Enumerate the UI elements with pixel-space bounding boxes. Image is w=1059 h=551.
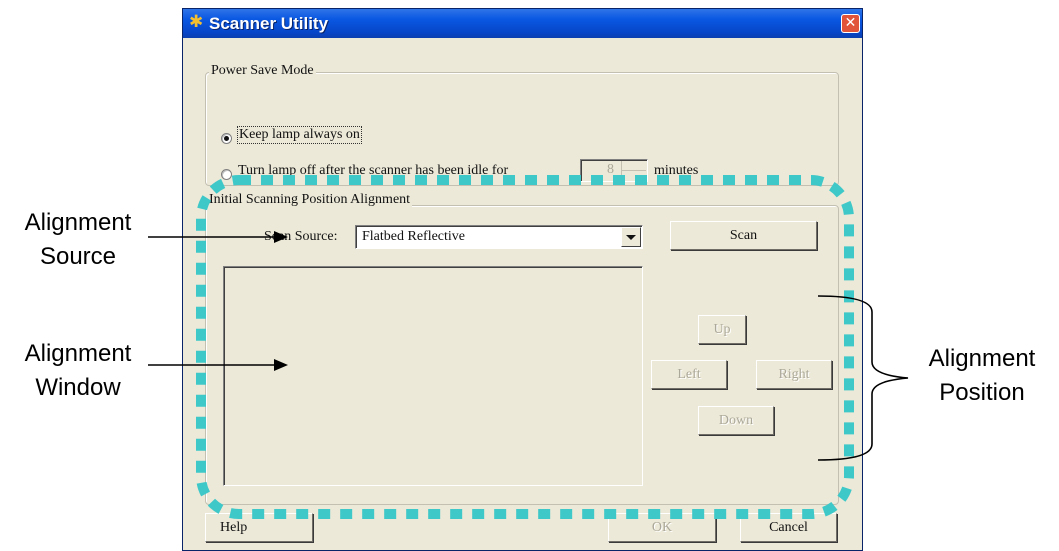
up-button[interactable]: Up	[698, 315, 746, 344]
ok-button[interactable]: OK	[608, 513, 716, 542]
idle-minutes-value: 8	[607, 162, 614, 177]
up-button-label: Up	[713, 322, 731, 337]
power-save-legend: Power Save Mode	[209, 63, 316, 79]
idle-minutes-spinner[interactable]	[621, 161, 646, 180]
down-button[interactable]: Down	[698, 406, 774, 435]
alignment-position-annotation: Alignment Position	[912, 342, 1052, 410]
radio-turn-lamp-off[interactable]	[221, 169, 232, 180]
right-button[interactable]: Right	[756, 360, 832, 389]
spinner-up-icon[interactable]	[622, 161, 646, 171]
annotation-line: Window	[35, 374, 121, 401]
chevron-down-icon	[626, 235, 636, 240]
annotation-line: Source	[39, 243, 117, 270]
radio-selected-dot	[224, 136, 229, 141]
close-button[interactable]: ✕	[841, 14, 860, 33]
left-button-label: Left	[677, 367, 701, 382]
annotation-line: Position	[939, 379, 1025, 406]
alignment-window	[223, 266, 643, 486]
scan-source-value: Flatbed Reflective	[362, 229, 466, 244]
app-icon: ✱	[189, 12, 204, 32]
alignment-source-annotation: Alignment Source	[8, 206, 148, 274]
cancel-button[interactable]: Cancel	[740, 513, 837, 542]
radio-keep-lamp-on[interactable]	[221, 133, 232, 144]
annotation-line: Alignment	[24, 209, 132, 236]
scanner-utility-dialog: ✱ Scanner Utility ✕ Power Save Mode Keep…	[182, 8, 863, 551]
annotation-line: Alignment	[928, 345, 1036, 372]
alignment-window-annotation: Alignment Window	[8, 337, 148, 405]
ok-button-label: OK	[651, 520, 673, 535]
scan-button[interactable]: Scan	[670, 221, 817, 250]
close-icon: ✕	[844, 15, 857, 31]
help-button[interactable]: Help	[205, 513, 313, 542]
idle-minutes-input[interactable]: 8	[580, 159, 648, 182]
right-button-label: Right	[778, 367, 810, 382]
help-button-label: Help	[220, 520, 248, 535]
minutes-label: minutes	[654, 163, 699, 178]
left-button[interactable]: Left	[651, 360, 727, 389]
scan-source-select[interactable]: Flatbed Reflective	[355, 225, 643, 249]
spinner-down-icon[interactable]	[622, 171, 646, 180]
title-bar[interactable]: ✱ Scanner Utility ✕	[183, 9, 862, 38]
dropdown-arrow-button[interactable]	[621, 227, 641, 247]
cancel-button-label: Cancel	[769, 520, 808, 535]
scan-source-label: Scan Source:	[264, 229, 338, 244]
alignment-legend: Initial Scanning Position Alignment	[207, 192, 413, 208]
annotation-line: Alignment	[24, 340, 132, 367]
down-button-label: Down	[718, 413, 754, 428]
scan-button-label: Scan	[729, 228, 758, 243]
turn-lamp-off-label[interactable]: Turn lamp off after the scanner has been…	[238, 163, 508, 179]
keep-lamp-on-label[interactable]: Keep lamp always on	[237, 126, 362, 144]
window-title: Scanner Utility	[209, 14, 329, 33]
